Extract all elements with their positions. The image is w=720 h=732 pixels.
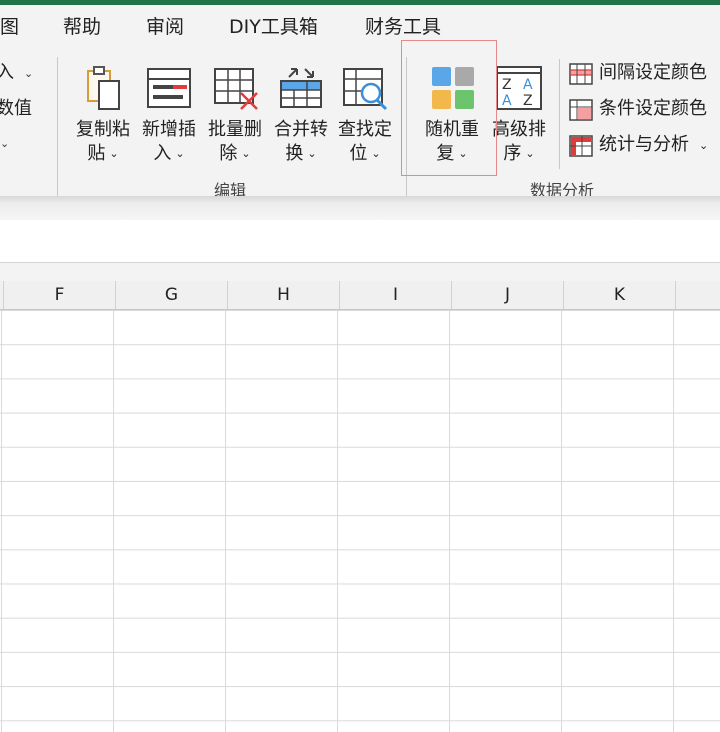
chevron-down-icon: ⌄ <box>371 147 381 160</box>
ribbon-shadow <box>0 196 720 220</box>
advanced-sort-label: 高级排 <box>492 119 546 140</box>
add-insert-label: 新增插 <box>142 119 196 140</box>
chevron-down-icon: ⌄ <box>241 147 251 160</box>
ribbon: 入 ⌄ 数值 ⌄ 复制粘 贴 ⌄ 新增插 入 ⌄ 批量删 除 ⌄ 合并转 换 ⌄… <box>0 45 720 205</box>
copy-paste-label-2: 贴 <box>87 143 106 164</box>
add-insert-label-2: 入 <box>153 143 172 164</box>
condition-color-icon <box>569 99 593 121</box>
tab-finance-tools[interactable]: 财务工具 <box>365 15 441 39</box>
tab-help[interactable]: 帮助 <box>63 15 101 39</box>
clipboard-icon <box>87 66 120 110</box>
formula-bar[interactable] <box>0 220 720 263</box>
chevron-down-icon: ⌄ <box>0 137 10 150</box>
column-header-k[interactable]: K <box>564 281 676 309</box>
svg-text:A: A <box>523 77 533 93</box>
column-header-row: F G H I J K <box>0 281 720 310</box>
advanced-sort-button[interactable]: Z A A Z 高级排 序 ⌄ <box>488 61 550 189</box>
batch-delete-button[interactable]: 批量删 除 ⌄ <box>202 61 268 189</box>
interval-color-label: 间隔设定颜色 <box>599 62 707 83</box>
batch-delete-label: 批量删 <box>208 119 262 140</box>
highlight-frame <box>401 40 497 176</box>
copy-paste-button[interactable]: 复制粘 贴 ⌄ <box>70 61 136 189</box>
advanced-sort-label-2: 序 <box>503 143 522 164</box>
menu-bar: 图 帮助 审阅 DIY工具箱 财务工具 <box>0 5 720 45</box>
statistics-analysis-label: 统计与分析 <box>599 134 689 155</box>
delete-cells-icon <box>214 68 258 110</box>
chevron-down-icon: ⌄ <box>109 147 119 160</box>
sort-az-icon: Z A A Z <box>496 66 542 110</box>
add-insert-button[interactable]: 新增插 入 ⌄ <box>136 61 202 189</box>
condition-color-label: 条件设定颜色 <box>599 98 707 119</box>
group-separator <box>559 59 560 169</box>
chevron-down-icon: ⌄ <box>24 67 34 80</box>
batch-delete-label-2: 除 <box>219 143 238 164</box>
merge-convert-label-2: 换 <box>285 143 304 164</box>
partial-insert-button[interactable]: 入 <box>0 62 14 84</box>
svg-text:A: A <box>502 93 512 109</box>
find-magnifier-icon <box>343 68 388 111</box>
interval-color-button[interactable]: 间隔设定颜色 <box>569 61 719 87</box>
interval-color-icon <box>569 63 593 85</box>
svg-text:Z: Z <box>523 93 533 109</box>
merge-convert-label: 合并转 <box>274 119 328 140</box>
tab-review[interactable]: 审阅 <box>146 15 184 39</box>
column-header-f[interactable]: F <box>4 281 116 309</box>
statistics-table-icon <box>569 135 593 157</box>
cell-grid[interactable] <box>0 310 720 732</box>
partial-values-button[interactable]: 数值 <box>0 98 32 120</box>
sheet-toolbar-gap <box>0 263 720 281</box>
insert-row-icon <box>147 68 191 108</box>
tab-insert-view-partial[interactable]: 图 <box>0 15 19 39</box>
column-header-g[interactable]: G <box>116 281 228 309</box>
column-header-partial[interactable] <box>676 281 720 309</box>
statistics-analysis-button[interactable]: 统计与分析 ⌄ <box>569 133 719 159</box>
merge-convert-icon <box>280 68 322 108</box>
column-header-h[interactable]: H <box>228 281 340 309</box>
condition-color-button[interactable]: 条件设定颜色 <box>569 97 719 123</box>
column-header-j[interactable]: J <box>452 281 564 309</box>
group-separator <box>57 57 58 197</box>
tab-diy-toolbox[interactable]: DIY工具箱 <box>229 15 318 39</box>
chevron-down-icon: ⌄ <box>175 147 185 160</box>
copy-paste-label: 复制粘 <box>76 119 130 140</box>
find-locate-label-2: 位 <box>349 143 368 164</box>
chevron-down-icon: ⌄ <box>307 147 317 160</box>
svg-text:Z: Z <box>502 77 512 93</box>
find-locate-label: 查找定 <box>338 119 392 140</box>
chevron-down-icon: ⌄ <box>525 147 535 160</box>
chevron-down-icon: ⌄ <box>699 139 709 152</box>
column-header-i[interactable]: I <box>340 281 452 309</box>
merge-convert-button[interactable]: 合并转 换 ⌄ <box>268 61 334 189</box>
find-locate-button[interactable]: 查找定 位 ⌄ <box>334 61 396 189</box>
